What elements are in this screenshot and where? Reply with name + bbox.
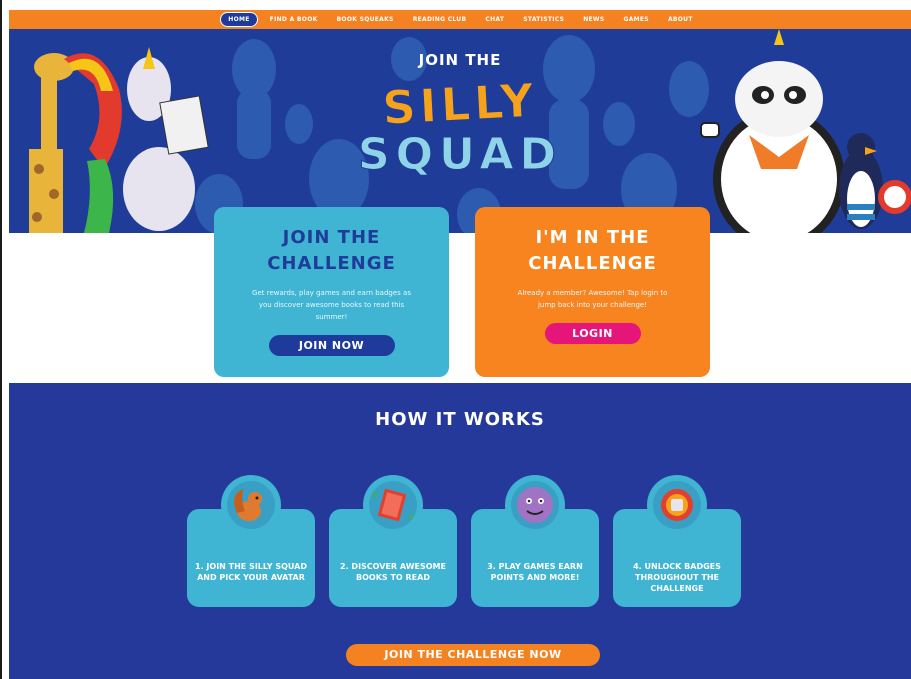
nav-item-games[interactable]: GAMES [616,13,655,26]
login-card-heading-line1: I'M IN THE [535,227,650,248]
badge-icon [647,475,707,535]
hero-banner: JOIN THE SILLY SQUAD [9,29,911,233]
join-card-heading-line2: CHALLENGE [267,253,396,274]
step-2-label: 2. DISCOVER AWESOME BOOKS TO READ [340,562,446,582]
login-card-heading-line2: CHALLENGE [528,253,657,274]
nav-item-book-squeaks[interactable]: BOOK SQUEAKS [330,13,401,26]
hero-squad-text: SQUAD [357,129,563,181]
nav-item-chat[interactable]: CHAT [478,13,511,26]
nav-item-find-a-book[interactable]: FIND A BOOK [263,13,325,26]
step-card-2: 2. DISCOVER AWESOME BOOKS TO READ [329,475,457,607]
im-in-challenge-card: I'M IN THE CHALLENGE Already a member? A… [475,207,710,377]
step-card-4: 4. UNLOCK BADGES THROUGHOUT THE CHALLENG… [613,475,741,607]
nav-item-about[interactable]: ABOUT [661,13,700,26]
join-challenge-now-button[interactable]: JOIN THE CHALLENGE NOW [346,644,600,666]
step-4-label: 4. UNLOCK BADGES THROUGHOUT THE CHALLENG… [633,562,721,593]
step-3-label: 3. PLAY GAMES EARN POINTS AND MORE! [487,562,583,582]
step-card-3: 3. PLAY GAMES EARN POINTS AND MORE! [471,475,599,607]
join-now-button[interactable]: JOIN NOW [268,335,395,356]
step-card-1: 1. JOIN THE SILLY SQUAD AND PICK YOUR AV… [187,475,315,607]
login-card-description: Already a member? Awesome! Tap login to … [517,289,668,309]
login-card-heading: I'M IN THE CHALLENGE [475,225,710,277]
monster-face-icon [505,475,565,535]
main-nav: HOME FIND A BOOK BOOK SQUEAKS READING CL… [9,10,911,29]
join-card-heading: JOIN THE CHALLENGE [214,225,449,277]
join-challenge-card: JOIN THE CHALLENGE Get rewards, play gam… [214,207,449,377]
join-card-description: Get rewards, play games and earn badges … [252,289,411,321]
step-1-label: 1. JOIN THE SILLY SQUAD AND PICK YOUR AV… [195,562,307,582]
nav-item-home[interactable]: HOME [220,12,258,27]
nav-item-news[interactable]: NEWS [576,13,611,26]
join-card-heading-line1: JOIN THE [282,227,381,248]
login-button[interactable]: LOGIN [544,323,641,344]
nav-item-reading-club[interactable]: READING CLUB [406,13,474,26]
page-left-border [0,0,2,679]
nav-item-statistics[interactable]: STATISTICS [516,13,571,26]
squirrel-icon [221,475,281,535]
book-icon [363,475,423,535]
how-it-works-section: HOW IT WORKS 1. JOIN THE SILLY SQUAD AND… [9,383,911,679]
how-it-works-title: HOW IT WORKS [375,409,545,430]
